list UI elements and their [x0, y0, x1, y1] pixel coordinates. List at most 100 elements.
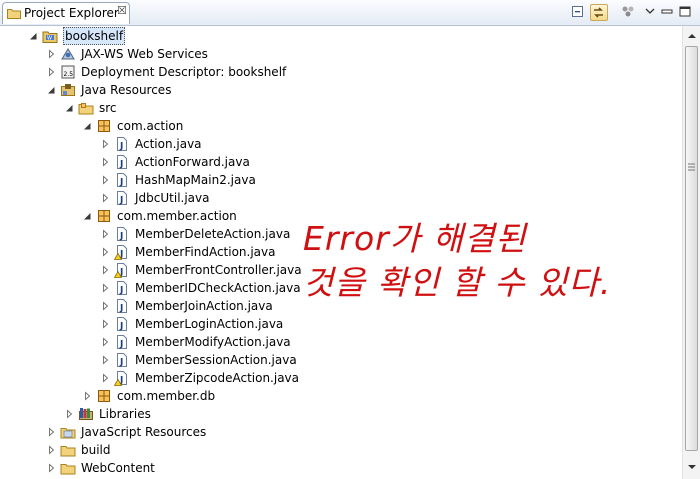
- tree-item-label: com.member.db: [117, 389, 216, 403]
- tree-item-label: com.member.action: [117, 209, 237, 223]
- project-explorer-icon: [7, 9, 21, 19]
- collapsed-arrow-icon[interactable]: [101, 135, 111, 153]
- view-header: Project Explorer ☒: [0, 0, 700, 26]
- tree-item-label: com.action: [117, 119, 184, 133]
- tree-item-label: JavaScript Resources: [81, 425, 207, 439]
- tree-item-label: Action.java: [135, 137, 202, 151]
- tree-item[interactable]: build: [0, 441, 680, 459]
- tree-item[interactable]: WebContent: [0, 459, 680, 477]
- tree-item[interactable]: 2.5 Deployment Descriptor: bookshelf: [0, 63, 680, 81]
- tree-item-label: JdbcUtil.java: [135, 191, 210, 205]
- collapsed-arrow-icon[interactable]: [47, 441, 57, 459]
- collapsed-arrow-icon[interactable]: [47, 423, 57, 441]
- java-file-icon: J: [117, 335, 127, 350]
- project-icon: W: [42, 31, 58, 43]
- collapsed-arrow-icon[interactable]: [101, 153, 111, 171]
- svg-text:J: J: [119, 196, 123, 206]
- view-menu-icon[interactable]: [620, 4, 638, 21]
- collapsed-arrow-icon[interactable]: [101, 225, 111, 243]
- link-with-editor-icon[interactable]: [590, 4, 608, 21]
- tree-item[interactable]: J MemberSessionAction.java: [0, 351, 680, 369]
- expanded-arrow-icon[interactable]: [83, 117, 93, 135]
- tree-item[interactable]: J HashMapMain2.java: [0, 171, 680, 189]
- collapsed-arrow-icon[interactable]: [101, 243, 111, 261]
- svg-text:J: J: [119, 286, 123, 296]
- tree-item-label: build: [81, 443, 111, 457]
- tree-item[interactable]: J Action.java: [0, 135, 680, 153]
- tree-item-label: Java Resources: [81, 83, 172, 97]
- tree-item[interactable]: Libraries: [0, 405, 680, 423]
- svg-text:J: J: [119, 142, 123, 152]
- expanded-arrow-icon[interactable]: [47, 81, 57, 99]
- tab-project-explorer[interactable]: Project Explorer ☒: [2, 2, 130, 24]
- tree-item[interactable]: com.action: [0, 117, 680, 135]
- java-file-icon: J: [117, 173, 127, 188]
- folder-icon: [60, 464, 76, 475]
- tree-item[interactable]: Wbookshelf: [0, 27, 680, 45]
- tree-item[interactable]: JAX-WS Web Services: [0, 45, 680, 63]
- scroll-down-icon[interactable]: [684, 459, 700, 475]
- svg-text:2.5: 2.5: [64, 71, 74, 78]
- javascript-resources-icon: [60, 428, 76, 439]
- svg-text:W: W: [47, 36, 52, 42]
- tree-item[interactable]: J ActionForward.java: [0, 153, 680, 171]
- collapsed-arrow-icon[interactable]: [101, 315, 111, 333]
- collapsed-arrow-icon[interactable]: [101, 351, 111, 369]
- expanded-arrow-icon[interactable]: [83, 207, 93, 225]
- tree-item[interactable]: J MemberModifyAction.java: [0, 333, 680, 351]
- tree-item[interactable]: Java Resources: [0, 81, 680, 99]
- close-icon[interactable]: ☒: [117, 4, 127, 17]
- tree-item-label: HashMapMain2.java: [135, 173, 256, 187]
- tab-title: Project Explorer: [24, 6, 119, 20]
- tree-item-label: bookshelf: [63, 27, 126, 45]
- svg-text:J: J: [119, 322, 123, 332]
- source-folder-icon: [78, 103, 94, 115]
- tree-item-label: JAX-WS Web Services: [81, 47, 208, 61]
- collapsed-arrow-icon[interactable]: [101, 369, 111, 387]
- tree-item[interactable]: com.member.db: [0, 387, 680, 405]
- collapsed-arrow-icon[interactable]: [83, 387, 93, 405]
- svg-text:J: J: [119, 358, 123, 368]
- collapsed-arrow-icon[interactable]: [47, 63, 57, 81]
- collapsed-arrow-icon[interactable]: [101, 189, 111, 207]
- maximize-icon[interactable]: [678, 4, 696, 21]
- java-file-icon: J: [117, 227, 127, 242]
- tree-item-label: Libraries: [99, 407, 151, 421]
- svg-text:J: J: [119, 178, 123, 188]
- java-file-warning-icon: J: [114, 245, 127, 260]
- tree-item[interactable]: src: [0, 99, 680, 117]
- tree-item[interactable]: J MemberLoginAction.java: [0, 315, 680, 333]
- deployment-descriptor-icon: 2.5: [61, 65, 75, 79]
- collapsed-arrow-icon[interactable]: [47, 459, 57, 477]
- collapsed-arrow-icon[interactable]: [65, 405, 75, 423]
- java-file-warning-icon: J: [114, 371, 127, 386]
- expanded-arrow-icon[interactable]: [65, 99, 75, 117]
- java-file-icon: J: [117, 353, 127, 368]
- minimize-icon[interactable]: [660, 4, 678, 21]
- java-file-icon: J: [117, 137, 127, 152]
- collapsed-arrow-icon[interactable]: [101, 261, 111, 279]
- collapsed-arrow-icon[interactable]: [47, 45, 57, 63]
- scroll-up-icon[interactable]: [684, 28, 700, 44]
- expanded-arrow-icon[interactable]: [29, 27, 39, 45]
- tree-item-label: MemberDeleteAction.java: [135, 227, 291, 241]
- vertical-scrollbar[interactable]: [682, 26, 700, 479]
- collapsed-arrow-icon[interactable]: [101, 297, 111, 315]
- scrollbar-thumb[interactable]: [685, 46, 698, 451]
- collapse-all-icon[interactable]: [570, 4, 588, 21]
- annotation-line-1: Error가 해결된: [303, 219, 527, 258]
- java-file-warning-icon: J: [114, 263, 127, 278]
- tree-item[interactable]: J JdbcUtil.java: [0, 189, 680, 207]
- tree-item-label: MemberLoginAction.java: [135, 317, 284, 331]
- java-file-icon: J: [117, 281, 127, 296]
- tree-item[interactable]: JavaScript Resources: [0, 423, 680, 441]
- tree-item[interactable]: J MemberZipcodeAction.java: [0, 369, 680, 387]
- tree-item-label: Deployment Descriptor: bookshelf: [81, 65, 287, 79]
- collapsed-arrow-icon[interactable]: [101, 333, 111, 351]
- tree-item-label: MemberModifyAction.java: [135, 335, 291, 349]
- collapsed-arrow-icon[interactable]: [101, 171, 111, 189]
- svg-text:J: J: [119, 160, 123, 170]
- collapsed-arrow-icon[interactable]: [101, 279, 111, 297]
- java-resources-icon: [61, 84, 75, 96]
- annotation-line-2: 것을 확인 할 수 있다.: [303, 263, 612, 302]
